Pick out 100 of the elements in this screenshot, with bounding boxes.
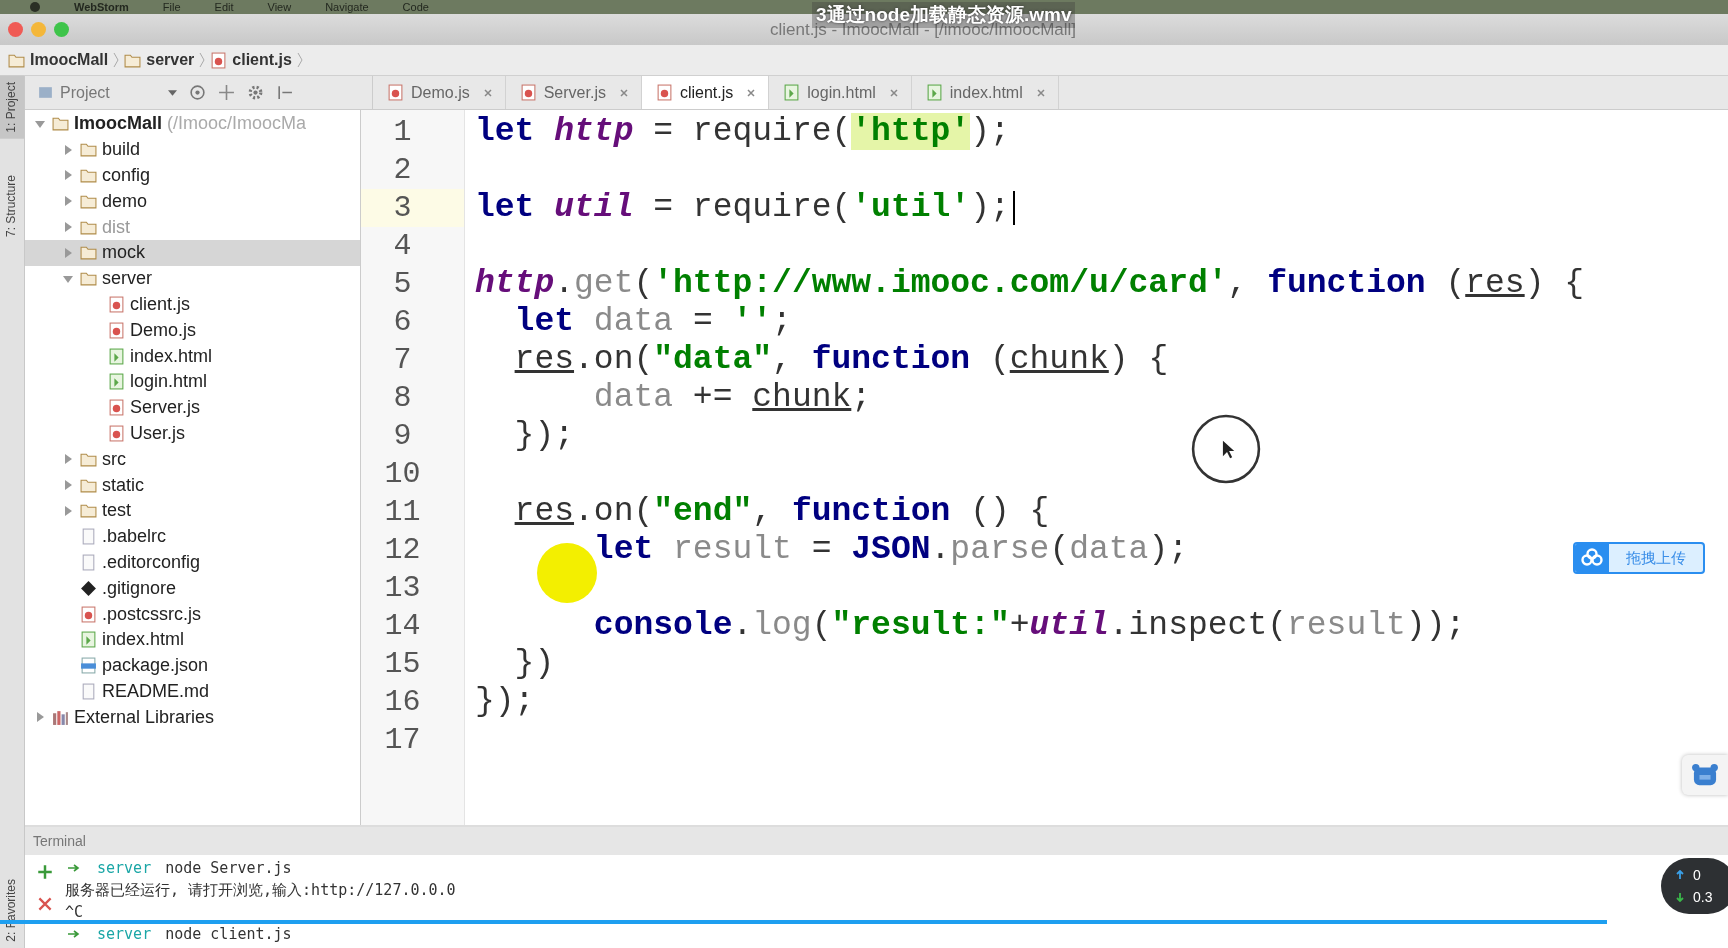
close-icon[interactable]	[618, 87, 629, 98]
line-number: 2	[392, 152, 413, 189]
tool-window-tab[interactable]: 2: Favorites	[0, 873, 24, 948]
line-number: 12	[383, 532, 422, 569]
line-number: 13	[383, 570, 422, 607]
line-number: 4	[392, 228, 413, 265]
line-number: 11	[383, 494, 422, 531]
js-file-icon	[108, 399, 125, 417]
collapsed-arrow-icon[interactable]	[63, 170, 73, 181]
terminal-command: node Server.js	[165, 859, 292, 877]
code-line: res.on("end", function () {	[513, 493, 1050, 531]
settings-icon[interactable]	[247, 84, 264, 101]
editor-tab[interactable]: login.html	[769, 76, 912, 109]
code-line: console.log("result:"+util.inspect(result));	[592, 607, 1466, 645]
line-number: 17	[383, 722, 422, 759]
line-number: 1	[392, 114, 413, 151]
tool-window-tab[interactable]: 7: Structure	[0, 168, 24, 243]
editor-tab[interactable]: index.html	[911, 76, 1059, 109]
html-file-icon	[108, 347, 125, 365]
line-number: 10	[383, 456, 422, 493]
tree-item[interactable]: README.md	[25, 678, 360, 705]
assistant-button[interactable]	[1682, 755, 1728, 795]
caret-icon	[168, 89, 177, 96]
collapsed-arrow-icon[interactable]	[63, 505, 73, 516]
file-icon	[80, 682, 97, 700]
line-number: 7	[392, 342, 413, 379]
code-line: let http = require('http');	[475, 113, 1010, 151]
close-button[interactable]	[8, 22, 23, 37]
collapsed-arrow-icon[interactable]	[63, 480, 73, 491]
breadcrumb[interactable]: ImoocMall	[8, 51, 109, 69]
close-icon[interactable]	[482, 87, 493, 98]
upload-speed: 0	[1693, 867, 1701, 883]
code-line: });	[475, 683, 535, 721]
file-icon	[80, 553, 97, 571]
js-file-icon	[108, 321, 125, 339]
tree-item[interactable]: .gitignore	[25, 575, 360, 602]
tree-item[interactable]: .postcssrc.js	[25, 601, 360, 627]
collapsed-arrow-icon[interactable]	[35, 712, 45, 723]
code-line: data += chunk;	[592, 379, 872, 417]
tree-item[interactable]: .babelrc	[25, 523, 360, 550]
collapsed-arrow-icon[interactable]	[63, 196, 73, 207]
tree-item[interactable]: mock	[25, 240, 360, 266]
tree-item[interactable]: server	[25, 265, 360, 292]
expanded-arrow-icon[interactable]	[63, 273, 73, 284]
tree-item[interactable]: test	[25, 497, 360, 524]
folder-icon	[80, 502, 97, 520]
tree-item[interactable]: login.html	[25, 368, 360, 395]
line-number: 9	[392, 418, 413, 455]
tree-item[interactable]: client.js	[25, 291, 360, 318]
editor-tab[interactable]: Demo.js	[373, 76, 506, 109]
collapsed-arrow-icon[interactable]	[63, 247, 73, 258]
close-icon[interactable]	[746, 87, 757, 98]
prompt-arrow-icon	[67, 929, 81, 939]
tree-item[interactable]: build	[25, 136, 360, 163]
tree-item[interactable]: ImoocMall (/Imooc/ImoocMa	[25, 111, 360, 137]
apple-icon[interactable]	[30, 2, 40, 12]
tree-item[interactable]: .editorconfig	[25, 549, 360, 576]
close-icon[interactable]	[1035, 87, 1046, 98]
tree-item[interactable]: src	[25, 446, 360, 473]
expanded-arrow-icon[interactable]	[35, 118, 45, 129]
code-line: });	[513, 417, 575, 455]
tree-item[interactable]: index.html	[25, 343, 360, 369]
code-line: })	[513, 645, 555, 683]
mouse-pointer-icon	[1190, 413, 1262, 485]
tree-item[interactable]: External Libraries	[25, 704, 360, 731]
tree-item[interactable]: index.html	[25, 626, 360, 653]
close-icon[interactable]	[888, 87, 899, 98]
close-icon[interactable]	[36, 895, 54, 913]
collapsed-arrow-icon[interactable]	[63, 222, 73, 233]
js-file-icon	[210, 51, 228, 69]
breadcrumb[interactable]: server	[124, 51, 195, 69]
tree-item[interactable]: demo	[25, 188, 360, 215]
collapsed-arrow-icon[interactable]	[63, 144, 73, 155]
tree-item[interactable]: User.js	[25, 420, 360, 447]
line-number: 3	[361, 189, 464, 227]
download-arrow-icon	[1675, 892, 1685, 902]
window-icon	[37, 84, 54, 101]
zoom-button[interactable]	[54, 22, 69, 37]
project-view-dropdown[interactable]: Project	[37, 83, 177, 102]
html-file-icon	[925, 84, 943, 101]
tree-item[interactable]: Demo.js	[25, 317, 360, 344]
line-number: 15	[383, 646, 422, 683]
chevron-icon	[198, 52, 207, 68]
add-icon[interactable]	[36, 863, 54, 881]
tree-item[interactable]: static	[25, 472, 360, 498]
terminal-output: 服务器已经运行, 请打开浏览,输入:http://127.0.0.0	[65, 880, 456, 900]
folder-icon	[80, 141, 97, 159]
editor-tab[interactable]: Server.js	[505, 76, 642, 109]
code-line: let util = require('util');	[475, 189, 1010, 227]
collapsed-arrow-icon[interactable]	[63, 454, 73, 465]
editor-tab[interactable]: client.js	[641, 76, 770, 109]
line-number: 6	[392, 304, 413, 341]
target-icon[interactable]	[189, 84, 206, 101]
folder-icon	[80, 167, 97, 184]
tree-item[interactable]: config	[25, 162, 360, 189]
breadcrumb[interactable]: client.js	[210, 51, 292, 69]
tool-window-tab[interactable]: 1: Project	[0, 76, 24, 139]
tree-item[interactable]: package.json	[25, 652, 360, 679]
download-speed: 0.3	[1693, 889, 1713, 905]
tree-item[interactable]: Server.js	[25, 394, 360, 421]
